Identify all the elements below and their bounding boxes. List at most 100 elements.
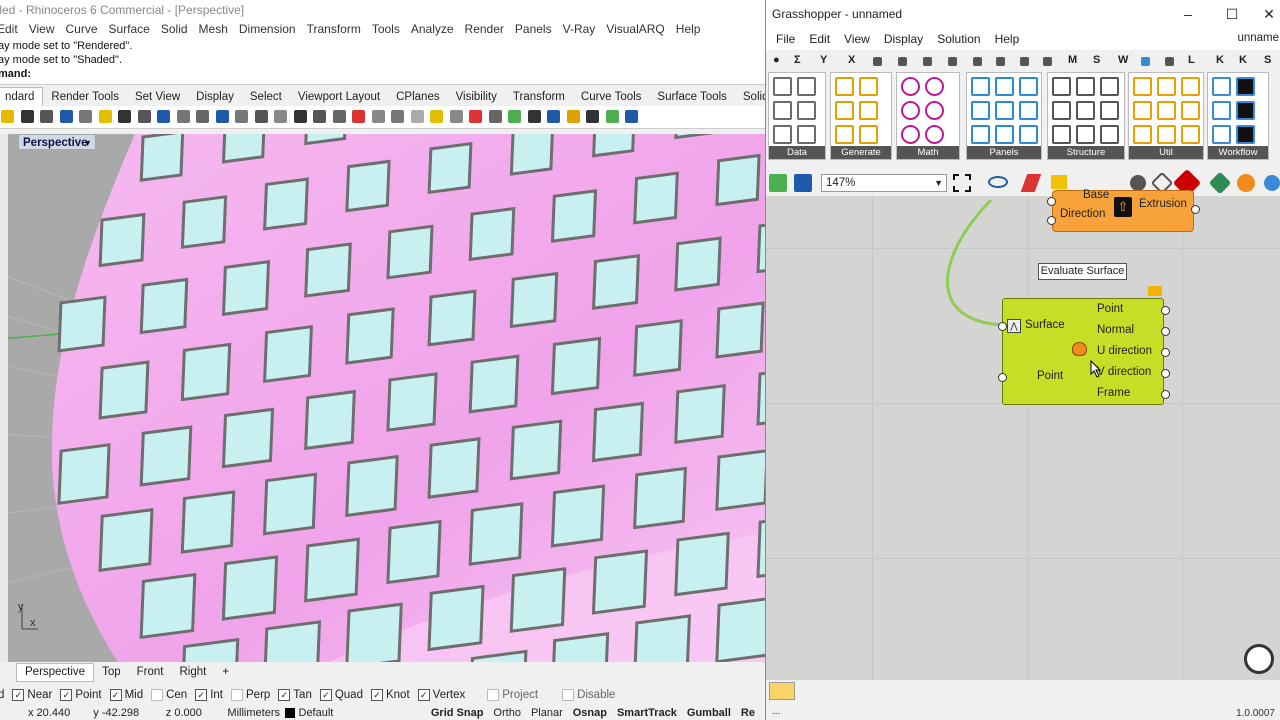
- component-icon[interactable]: [971, 77, 990, 96]
- rhino-menu-item[interactable]: Curve: [65, 22, 97, 36]
- glass-panel[interactable]: [550, 336, 602, 396]
- output-frame[interactable]: Frame: [1097, 387, 1130, 399]
- glass-panel[interactable]: [592, 134, 635, 158]
- toolbar-icon[interactable]: [332, 110, 346, 123]
- glass-panel[interactable]: [756, 516, 765, 579]
- osnap-checkbox[interactable]: ✓ Int: [195, 689, 223, 701]
- glass-panel[interactable]: [345, 159, 391, 213]
- output-grip[interactable]: [1191, 205, 1200, 214]
- glass-panel[interactable]: [139, 572, 197, 640]
- checkbox-box[interactable]: ✓: [195, 689, 208, 701]
- component-icon[interactable]: [901, 101, 920, 120]
- glass-panel[interactable]: [509, 567, 567, 633]
- glass-panel[interactable]: [550, 189, 598, 243]
- component-icon[interactable]: [773, 125, 792, 144]
- component-icon[interactable]: [1052, 101, 1071, 120]
- evaluate-surface-component[interactable]: ⋀ Surface Point Point Normal U direction…: [1002, 298, 1164, 405]
- message-balloon-icon[interactable]: [1148, 286, 1162, 296]
- toolbar-icon[interactable]: [196, 110, 209, 123]
- rhino-menu-item[interactable]: V-Ray: [563, 22, 596, 36]
- component-icon[interactable]: [1212, 101, 1231, 120]
- glass-panel[interactable]: [139, 425, 193, 487]
- glass-panel[interactable]: [98, 508, 154, 572]
- toolbar-icon[interactable]: [157, 110, 170, 123]
- checkbox-box[interactable]: ✓: [370, 689, 383, 701]
- toolbar-icon[interactable]: [488, 110, 502, 123]
- ribbon-group-label[interactable]: Math: [897, 146, 959, 159]
- glass-panel[interactable]: [386, 224, 434, 280]
- toolbar-icon[interactable]: [508, 110, 521, 123]
- glass-panel[interactable]: [674, 384, 726, 444]
- input-grip[interactable]: [1047, 197, 1056, 206]
- ribbon-group-label[interactable]: Structure: [1048, 146, 1124, 159]
- extrusion-output[interactable]: Extrusion: [1139, 198, 1187, 210]
- toolbar-icon[interactable]: [20, 110, 34, 123]
- component-icon[interactable]: [901, 125, 920, 144]
- viewport-tab[interactable]: Front: [129, 664, 172, 681]
- osnap-checkbox[interactable]: ✓ Near: [12, 689, 52, 701]
- viewport-title[interactable]: Perspective ▼: [18, 134, 96, 150]
- rhino-menu-item[interactable]: Edit: [0, 22, 18, 36]
- rhino-menu-item[interactable]: Solid: [161, 22, 188, 36]
- checkbox-box[interactable]: [487, 689, 500, 701]
- glass-panel[interactable]: [633, 171, 679, 225]
- category-tab-icon[interactable]: [1043, 57, 1052, 66]
- component-icon[interactable]: [835, 77, 854, 96]
- toolbar-tab[interactable]: Set View: [127, 88, 188, 106]
- component-icon[interactable]: [1236, 77, 1255, 96]
- component-icon[interactable]: [1157, 101, 1176, 120]
- component-icon[interactable]: [1076, 125, 1095, 144]
- perspective-viewport[interactable]: y x: [0, 134, 765, 662]
- component-icon[interactable]: [773, 101, 792, 120]
- gh-menu-item[interactable]: Solution: [937, 32, 980, 46]
- component-icon[interactable]: [1133, 77, 1152, 96]
- toolbar-icon[interactable]: [215, 110, 229, 123]
- osnap-checkbox[interactable]: ✓ Knot: [370, 689, 410, 701]
- component-icon[interactable]: [1019, 125, 1038, 144]
- component-icon[interactable]: [1052, 77, 1071, 96]
- rhino-menu-item[interactable]: Analyze: [411, 22, 454, 36]
- gh-menu-item[interactable]: Help: [995, 32, 1020, 46]
- category-tab-icon[interactable]: [996, 57, 1005, 66]
- glass-panel[interactable]: [427, 141, 473, 195]
- rhino-menu-item[interactable]: Tools: [372, 22, 400, 36]
- layer-color-swatch[interactable]: [285, 708, 295, 718]
- output-grip[interactable]: [1161, 348, 1170, 357]
- toolbar-icon[interactable]: [371, 110, 385, 123]
- category-tab[interactable]: Σ: [794, 54, 801, 66]
- toolbar-icon[interactable]: [118, 110, 131, 123]
- input-grip[interactable]: [1047, 216, 1056, 225]
- component-icon[interactable]: [1236, 125, 1255, 144]
- component-icon[interactable]: [1236, 101, 1255, 120]
- rhino-menu-item[interactable]: Panels: [515, 22, 552, 36]
- category-tab-icon[interactable]: [923, 57, 932, 66]
- glass-panel[interactable]: [304, 537, 360, 603]
- toolbar-icon[interactable]: [313, 110, 326, 123]
- toolbar-icon[interactable]: [586, 110, 599, 123]
- open-file-icon[interactable]: [769, 174, 787, 192]
- glass-panel[interactable]: [221, 555, 279, 621]
- component-icon[interactable]: [797, 77, 816, 96]
- component-icon[interactable]: [1100, 77, 1119, 96]
- component-icon[interactable]: [925, 125, 944, 144]
- sphere-icon[interactable]: [1264, 175, 1280, 191]
- category-tab[interactable]: K: [1216, 54, 1224, 66]
- gh-canvas[interactable]: Base Direction ⇧ Extrusion Evaluate Surf…: [766, 189, 1280, 680]
- glass-panel[interactable]: [57, 295, 107, 353]
- component-icon[interactable]: [773, 77, 792, 96]
- glass-panel[interactable]: [468, 354, 520, 414]
- category-tab[interactable]: L: [1188, 54, 1195, 66]
- toolbar-icon[interactable]: [293, 110, 307, 123]
- component-icon[interactable]: [1133, 101, 1152, 120]
- sketch-icon[interactable]: [1020, 174, 1042, 192]
- extrusion-input-direction[interactable]: Direction: [1060, 208, 1105, 220]
- status-toggle[interactable]: Grid Snap: [431, 707, 484, 719]
- checkbox-box[interactable]: [562, 689, 575, 701]
- checkbox-box[interactable]: ✓: [12, 689, 25, 701]
- component-icon[interactable]: [1019, 77, 1038, 96]
- glass-panel[interactable]: [345, 454, 399, 518]
- glass-panel[interactable]: [98, 212, 146, 268]
- component-icon[interactable]: [1076, 77, 1095, 96]
- input-point[interactable]: Point: [1037, 370, 1063, 382]
- glass-panel[interactable]: [386, 519, 442, 585]
